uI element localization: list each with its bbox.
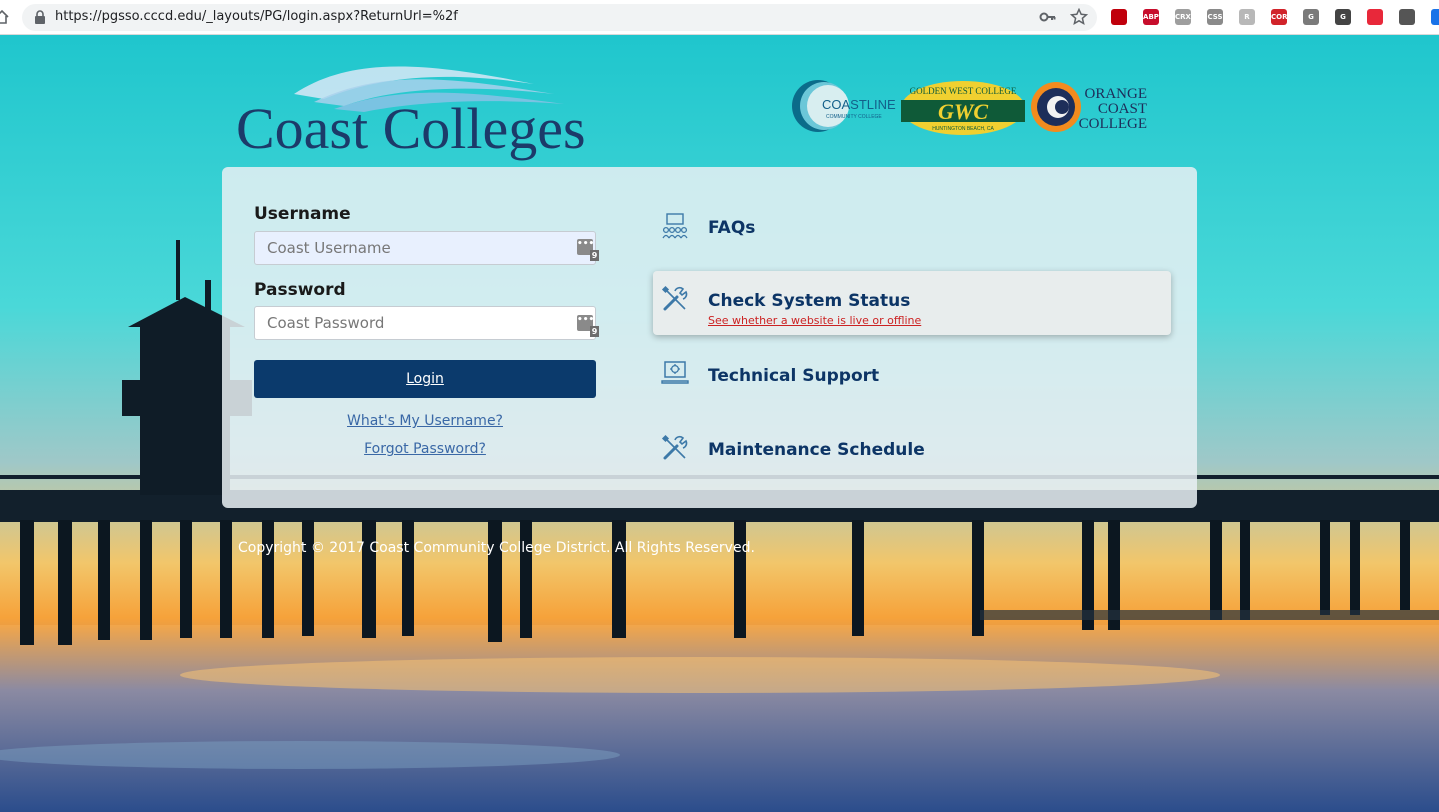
stack-extension-icon[interactable] bbox=[1367, 9, 1383, 25]
people-screen-icon bbox=[662, 213, 688, 239]
gwc-bottom-text: HUNTINGTON BEACH, CA bbox=[932, 126, 994, 132]
username-input[interactable] bbox=[254, 231, 596, 265]
css-extension-icon[interactable]: CSS bbox=[1207, 9, 1223, 25]
menu-title: Technical Support bbox=[708, 366, 880, 386]
login-button[interactable]: Login bbox=[254, 360, 596, 398]
ublock-extension-icon[interactable] bbox=[1111, 9, 1127, 25]
forgot-username-link[interactable]: What's My Username? bbox=[254, 413, 596, 429]
menu-item-technical-support[interactable]: Technical Support bbox=[653, 345, 1171, 407]
blue-ext-extension-icon[interactable] bbox=[1431, 9, 1439, 25]
gwc-top-text: GOLDEN WEST COLLEGE bbox=[910, 86, 1017, 96]
password-manager-badge: 9 bbox=[590, 326, 599, 337]
menu-title: FAQs bbox=[708, 218, 756, 238]
cors-extension-icon[interactable]: CORS bbox=[1271, 9, 1287, 25]
occ-line2: COAST bbox=[1098, 101, 1147, 117]
menu-subtitle-link[interactable]: See whether a website is live or offline bbox=[708, 314, 921, 327]
login-panel: Username ••• 9 Password ••• 9 Login What… bbox=[222, 167, 1197, 508]
password-manager-badge: 9 bbox=[590, 250, 599, 261]
copyright-text: Copyright © 2017 Coast Community College… bbox=[238, 540, 755, 556]
laptop-support-icon bbox=[661, 361, 689, 384]
menu-item-maintenance-schedule[interactable]: Maintenance Schedule bbox=[653, 419, 1171, 481]
r-extension-icon[interactable]: R bbox=[1239, 9, 1255, 25]
gwc-letters: GWC bbox=[938, 99, 988, 124]
address-bar[interactable]: https://pgsso.cccd.edu/_layouts/PG/login… bbox=[22, 4, 1097, 31]
key-icon[interactable] bbox=[1039, 10, 1057, 24]
menu-item-faqs[interactable]: FAQs bbox=[653, 197, 1171, 259]
grammarly-extension-icon[interactable]: G bbox=[1335, 9, 1351, 25]
tools-icon bbox=[661, 285, 688, 311]
bookmark-star-icon[interactable] bbox=[1070, 8, 1088, 26]
coastline-sub: COMMUNITY COLLEGE bbox=[826, 114, 882, 120]
menu-item-check-system-status[interactable]: Check System Status See whether a websit… bbox=[653, 271, 1171, 335]
home-icon[interactable] bbox=[0, 9, 10, 25]
occ-line1: ORANGE bbox=[1085, 86, 1148, 102]
lock-icon bbox=[35, 10, 45, 24]
g-ext-extension-icon[interactable]: G bbox=[1303, 9, 1319, 25]
crx-extension-icon[interactable]: CRX bbox=[1175, 9, 1191, 25]
coast-colleges-logo: Coast Colleges bbox=[236, 66, 586, 161]
occ-line3: COLLEGE bbox=[1079, 116, 1147, 132]
browser-toolbar: https://pgsso.cccd.edu/_layouts/PG/login… bbox=[0, 0, 1439, 35]
face-extension-icon[interactable] bbox=[1399, 9, 1415, 25]
password-input[interactable] bbox=[254, 306, 596, 340]
coastline-logo: COASTLINE COMMUNITY COLLEGE bbox=[792, 80, 896, 132]
username-label: Username bbox=[254, 204, 351, 224]
coast-colleges-wordmark: Coast Colleges bbox=[236, 96, 586, 161]
password-label: Password bbox=[254, 280, 346, 300]
golden-west-college-logo: GOLDEN WEST COLLEGE GWC HUNTINGTON BEACH… bbox=[901, 81, 1025, 135]
menu-title: Maintenance Schedule bbox=[708, 440, 925, 460]
partner-college-logos: COASTLINE COMMUNITY COLLEGE GOLDEN WEST … bbox=[792, 80, 1147, 135]
forgot-password-link[interactable]: Forgot Password? bbox=[254, 441, 596, 457]
orange-coast-college-logo: ORANGE COAST COLLEGE bbox=[1031, 82, 1147, 132]
tools-icon bbox=[661, 434, 688, 460]
adblock-plus-extension-icon[interactable]: ABP bbox=[1143, 9, 1159, 25]
menu-title: Check System Status bbox=[708, 291, 911, 311]
url-text[interactable]: https://pgsso.cccd.edu/_layouts/PG/login… bbox=[55, 9, 458, 24]
coastline-text: COASTLINE bbox=[822, 97, 896, 112]
